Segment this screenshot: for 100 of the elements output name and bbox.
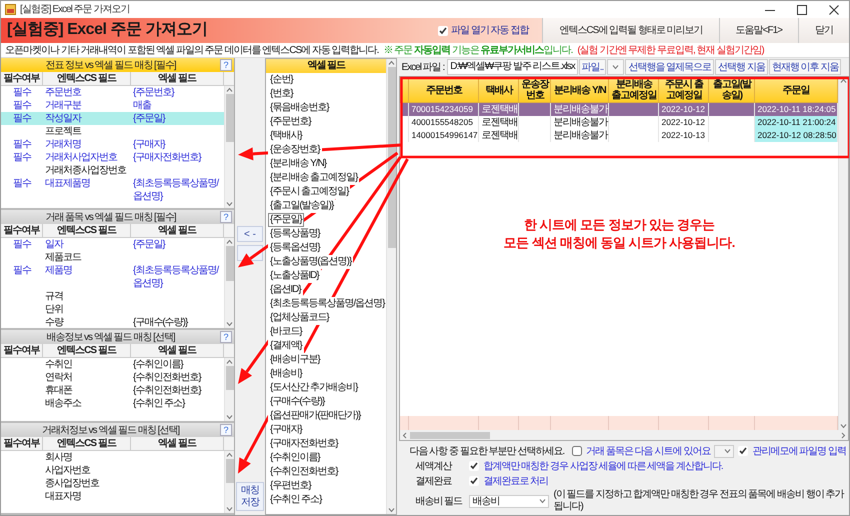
- column-header[interactable]: 분리배송 출고예정일: [608, 78, 659, 102]
- field-list-item[interactable]: {옵션판매가(판매단가)}: [268, 409, 362, 423]
- matching-row[interactable]: 규격: [1, 290, 224, 303]
- chevron-up-icon[interactable]: [840, 78, 847, 83]
- chevron-down-icon[interactable]: [226, 202, 233, 207]
- chevron-down-icon[interactable]: [388, 508, 396, 513]
- horizontal-scrollbar[interactable]: [400, 430, 848, 440]
- column-header[interactable]: 택배사: [478, 78, 519, 102]
- header-button[interactable]: 도움말<F1>: [718, 18, 798, 43]
- field-list-item[interactable]: {업체상품코드}: [268, 311, 331, 325]
- maximize-icon[interactable]: [797, 4, 807, 14]
- matching-row[interactable]: 수량 {구매수(수량)}: [1, 316, 224, 328]
- field-list-item[interactable]: {노출상품명(옵션명)}: [268, 255, 354, 269]
- field-list-item[interactable]: {우편번호}: [268, 479, 313, 493]
- vertical-scrollbar[interactable]: [224, 451, 234, 513]
- payment-checkbox[interactable]: [469, 476, 480, 486]
- header-button[interactable]: 엔텍스CS에 입력될 형태로 미리보기: [542, 18, 719, 43]
- header-button[interactable]: 닫기: [798, 18, 849, 43]
- field-list-item[interactable]: {택배사}: [268, 129, 304, 143]
- field-list-item[interactable]: {분리배송 출고예정일}: [268, 171, 360, 185]
- matching-row[interactable]: 대표자명: [1, 490, 224, 503]
- help-button[interactable]: ?: [220, 424, 232, 436]
- chevron-down-icon[interactable]: [226, 507, 233, 512]
- help-button[interactable]: ?: [220, 59, 232, 71]
- matching-row[interactable]: 필수 주문번호 {주문번호}: [1, 86, 224, 99]
- matching-row[interactable]: 연락처 {수취인전화번호}: [1, 371, 224, 384]
- matching-row[interactable]: 휴대폰 {수취인전화번호}: [1, 384, 224, 397]
- tax-checkbox[interactable]: [469, 461, 480, 471]
- matching-row[interactable]: 필수 대표제품명 {최초등록등록상품명/옵션명}: [1, 177, 224, 203]
- matching-row[interactable]: 필수 거래처명 {구매자}: [1, 138, 224, 151]
- field-list-item[interactable]: {주문시 출고예정일}: [268, 185, 350, 199]
- matching-row[interactable]: 필수 작성일자 {주문일}: [1, 112, 224, 125]
- field-list-item[interactable]: {주문일}: [268, 213, 304, 227]
- field-list-item[interactable]: {수취인이름}: [268, 451, 322, 465]
- chevron-up-icon[interactable]: [226, 452, 233, 457]
- field-list-item[interactable]: {수취인전화번호}: [268, 465, 340, 479]
- field-list-item[interactable]: {출고일(발송일)}: [268, 199, 336, 213]
- field-list-item[interactable]: {노출상품ID}: [268, 269, 321, 283]
- matching-row[interactable]: 필수 일자 {주문일}: [1, 238, 224, 251]
- caret-icon[interactable]: [612, 64, 620, 70]
- field-list-item[interactable]: {배송비}: [268, 367, 304, 381]
- shipping-fee-select[interactable]: 배송비: [469, 494, 550, 508]
- field-list-item[interactable]: {도서산간 추가배송비}: [268, 381, 360, 395]
- column-header[interactable]: 주문일: [754, 78, 838, 102]
- chevron-right-icon[interactable]: [841, 432, 846, 438]
- file-button[interactable]: 파일..: [578, 59, 606, 75]
- chevron-up-icon[interactable]: [226, 239, 233, 244]
- matching-row[interactable]: 종사업장번호: [1, 477, 224, 490]
- matching-row[interactable]: 단위: [1, 303, 224, 316]
- matching-row[interactable]: 배송주소 {수취인 주소}: [1, 397, 224, 410]
- vertical-scrollbar[interactable]: [838, 77, 848, 430]
- matching-row[interactable]: 사업자번호: [1, 464, 224, 477]
- chevron-up-icon[interactable]: [226, 87, 233, 92]
- field-list-item[interactable]: {수취인 주소}: [268, 493, 324, 507]
- memo-checkbox[interactable]: [738, 446, 748, 456]
- field-list-item[interactable]: {분리배송 Y/N}: [268, 157, 328, 171]
- matching-row[interactable]: 제품코드: [1, 251, 224, 264]
- help-button[interactable]: ?: [220, 211, 232, 223]
- chevron-up-icon[interactable]: [226, 359, 233, 364]
- move-left-button[interactable]: < -: [237, 226, 263, 242]
- file-button[interactable]: 현재행 이후 지움: [768, 59, 842, 75]
- field-list-item[interactable]: {구매자전화번호}: [268, 437, 340, 451]
- column-header[interactable]: 출고일(발송일): [708, 78, 755, 102]
- grid-row[interactable]: 4000155548205 로젠택배 분리배송불가 2022-10-12 2022-10-11 21:00:24: [400, 116, 838, 129]
- help-button[interactable]: ?: [220, 331, 232, 343]
- chevron-up-icon[interactable]: [388, 60, 396, 65]
- chevron-down-icon[interactable]: [840, 424, 847, 429]
- next-sheet-checkbox[interactable]: [572, 446, 582, 456]
- field-list-item[interactable]: {배송비구분}: [268, 353, 322, 367]
- file-button[interactable]: 선택행 지움: [715, 59, 768, 75]
- matching-row[interactable]: 필수 거래처사업자번호 {구매자전화번호}: [1, 151, 224, 164]
- field-list-item[interactable]: {주문번호}: [268, 115, 313, 129]
- vertical-scrollbar[interactable]: [224, 86, 234, 208]
- grid-row[interactable]: 14000154996147 로젠택배 분리배송불가 2022-10-13 2022-10-12 08:28:50: [400, 129, 838, 142]
- dropdown-button[interactable]: [607, 59, 624, 75]
- field-list-item[interactable]: {구매자}: [268, 423, 304, 437]
- file-path-field[interactable]: D:₩엑셀₩쿠팡 발주 리스트.xlsx: [447, 59, 578, 75]
- field-list-item[interactable]: {바코드}: [268, 325, 304, 339]
- chevron-down-icon[interactable]: [226, 322, 233, 327]
- matching-row[interactable]: 필수 제품명 {최초등록등록상품명/옵션명}: [1, 264, 224, 290]
- close-icon[interactable]: [829, 4, 839, 14]
- caret-icon[interactable]: [539, 498, 546, 504]
- field-list-item[interactable]: {구매수(수량)}: [268, 395, 326, 409]
- vertical-scrollbar[interactable]: [224, 238, 234, 328]
- column-header[interactable]: 주문번호: [408, 78, 479, 102]
- field-list-item[interactable]: {등록옵션명}: [268, 241, 322, 255]
- column-header[interactable]: 주문시 출고예정일: [658, 78, 709, 102]
- field-list-item[interactable]: {묶음배송번호}: [268, 101, 331, 115]
- vertical-scrollbar[interactable]: [224, 358, 234, 421]
- chevron-left-icon[interactable]: [402, 432, 408, 438]
- field-list-item[interactable]: {옵션ID}: [268, 283, 303, 297]
- field-list-item[interactable]: {등록상품명}: [268, 227, 322, 241]
- column-header[interactable]: 분리배송 Y/N: [550, 78, 609, 102]
- vertical-scrollbar[interactable]: [386, 59, 396, 514]
- field-list-item[interactable]: {최초등록등록상품명/옵션명}: [268, 297, 386, 311]
- field-list-item[interactable]: {순번}: [268, 73, 295, 87]
- grid-row[interactable]: 7000154234059 로젠택배 분리배송불가 2022-10-12 2022-10-11 18:24:05: [400, 102, 838, 116]
- chevron-down-icon[interactable]: [226, 415, 233, 420]
- field-list-item[interactable]: {결제액}: [268, 339, 304, 353]
- field-list-item[interactable]: {운송장번호}: [268, 143, 322, 157]
